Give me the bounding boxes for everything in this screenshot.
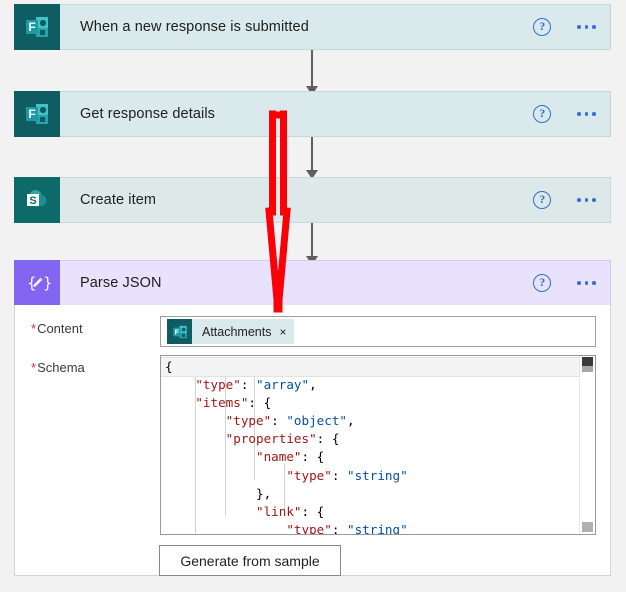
code-line: { xyxy=(161,356,586,378)
flow-step-actions: ? xyxy=(533,18,610,36)
code-token: "string" xyxy=(347,467,408,483)
connector-arrow-3 xyxy=(306,223,318,265)
flow-step-get-response-details[interactable]: F Get response details ? xyxy=(14,91,611,137)
flow-designer-canvas: F When a new response is submitted ? F G… xyxy=(0,0,626,592)
scrollbar-up-button[interactable] xyxy=(582,357,593,366)
code-line: }, xyxy=(165,485,579,503)
code-token: : { xyxy=(301,449,325,465)
more-options-icon[interactable] xyxy=(577,25,596,29)
code-token: , xyxy=(347,413,355,429)
flow-step-actions: ? xyxy=(533,191,610,209)
code-token: : { xyxy=(248,395,272,411)
code-line: "properties": { xyxy=(165,430,579,448)
code-line: "type": "object", xyxy=(165,412,579,430)
code-token: "type" xyxy=(286,521,332,535)
schema-field-label-row: *Schema xyxy=(15,360,145,375)
flow-step-title: When a new response is submitted xyxy=(80,19,309,35)
flow-step-title: Get response details xyxy=(80,106,215,122)
code-token: , xyxy=(309,377,317,393)
content-field-label-row: *Content xyxy=(15,321,145,336)
help-icon[interactable]: ? xyxy=(533,274,552,292)
connector-arrow-2 xyxy=(306,137,318,179)
help-icon[interactable]: ? xyxy=(533,105,552,123)
code-token: }, xyxy=(165,485,272,501)
code-token: "array" xyxy=(256,377,310,393)
code-token: : xyxy=(240,377,257,393)
code-line: "name": { xyxy=(165,448,579,466)
flow-step-create-item[interactable]: S Create item ? xyxy=(14,177,611,223)
svg-text:F: F xyxy=(28,20,35,34)
scrollbar-down-button[interactable] xyxy=(582,522,593,532)
generate-from-sample-button[interactable]: Generate from sample xyxy=(159,545,341,576)
flow-step-when-a-new-response-is-submitted[interactable]: F When a new response is submitted ? xyxy=(14,4,611,50)
flow-step-parse-json[interactable]: { } Parse JSON ? xyxy=(14,260,611,306)
sharepoint-icon: S xyxy=(14,177,60,223)
code-token: : xyxy=(331,521,347,535)
required-marker: * xyxy=(31,360,37,375)
code-line: "items": { xyxy=(165,394,579,412)
more-options-icon[interactable] xyxy=(577,112,596,116)
code-token: "type" xyxy=(195,377,241,393)
help-icon[interactable]: ? xyxy=(533,18,552,36)
content-input[interactable]: F Attachments × xyxy=(160,316,596,347)
more-options-icon[interactable] xyxy=(577,198,596,202)
code-line: "link": { xyxy=(165,503,579,521)
code-token: "type" xyxy=(225,413,272,429)
code-line: "type": "array", xyxy=(165,376,579,394)
code-token: "type" xyxy=(286,467,332,483)
connector-arrow-1 xyxy=(306,50,318,95)
code-token: "properties" xyxy=(225,431,317,447)
flow-step-actions: ? xyxy=(533,105,610,123)
code-line: "type": "string" xyxy=(165,467,579,485)
microsoft-forms-icon: F xyxy=(14,91,60,137)
code-token: "name" xyxy=(256,449,302,465)
code-token: "string" xyxy=(347,521,408,535)
schema-vertical-scrollbar[interactable] xyxy=(579,356,595,534)
scrollbar-thumb[interactable] xyxy=(582,366,593,372)
more-options-icon[interactable] xyxy=(577,281,596,285)
dynamic-content-token-attachments[interactable]: F Attachments × xyxy=(167,319,294,344)
flow-step-actions: ? xyxy=(533,274,610,292)
help-icon[interactable]: ? xyxy=(533,191,552,209)
schema-code-editor[interactable]: { "type": "array", "items": { "type": "o… xyxy=(160,355,596,535)
code-token: "link" xyxy=(256,503,302,519)
microsoft-forms-icon: F xyxy=(14,4,60,50)
flow-step-title: Parse JSON xyxy=(80,275,162,291)
code-token: : { xyxy=(316,431,340,447)
microsoft-forms-icon: F xyxy=(167,319,192,344)
close-icon[interactable]: × xyxy=(279,325,286,339)
data-operation-icon: { } xyxy=(14,260,60,306)
schema-label-text: Schema xyxy=(37,360,85,375)
code-token: : xyxy=(271,413,287,429)
code-token: { xyxy=(165,359,173,374)
content-label-text: Content xyxy=(37,321,83,336)
schema-field-label: *Schema xyxy=(15,360,145,375)
svg-text:S: S xyxy=(29,195,36,207)
required-marker: * xyxy=(31,321,37,336)
content-field-label: *Content xyxy=(15,321,145,336)
svg-text:F: F xyxy=(28,107,35,121)
code-token: "items" xyxy=(195,395,249,411)
code-token: : xyxy=(331,467,347,483)
svg-text:F: F xyxy=(174,327,179,336)
code-line: "type": "string" xyxy=(165,521,579,535)
schema-json-text[interactable]: { "type": "array", "items": { "type": "o… xyxy=(161,356,586,535)
flow-step-title: Create item xyxy=(80,192,157,208)
svg-text:}: } xyxy=(43,274,51,292)
code-token: : { xyxy=(301,503,325,519)
token-label: Attachments xyxy=(202,324,272,339)
code-token: "object" xyxy=(286,413,348,429)
